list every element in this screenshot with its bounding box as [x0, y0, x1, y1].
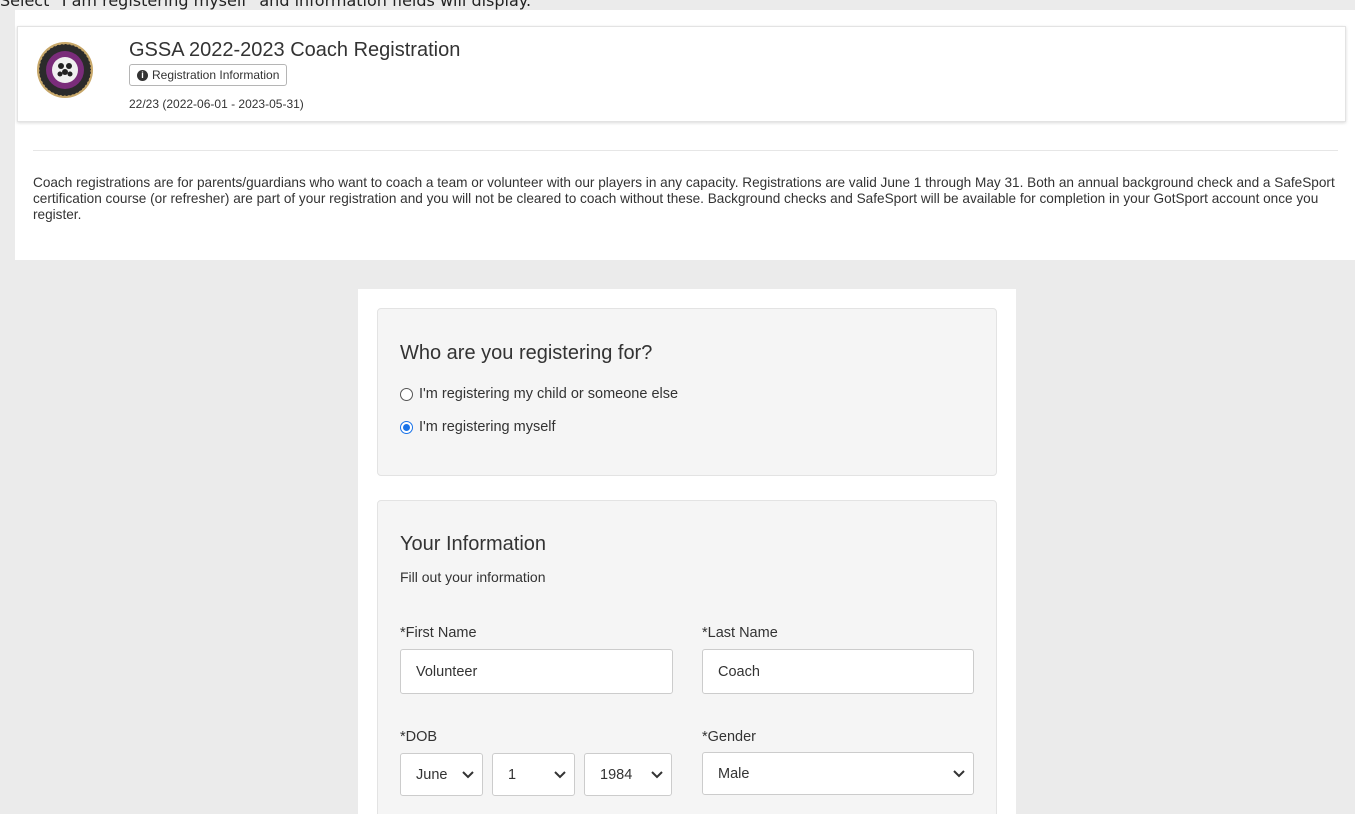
club-crest-icon	[37, 42, 93, 98]
header-divider	[33, 150, 1338, 151]
registration-information-label: Registration Information	[152, 68, 280, 82]
event-title: GSSA 2022-2023 Coach Registration	[129, 39, 461, 61]
chevron-down-icon	[651, 770, 663, 778]
dob-year-select[interactable]: 1984	[584, 753, 672, 796]
season-dates: 22/23 (2022-06-01 - 2023-05-31)	[129, 97, 304, 111]
your-information-title: Your Information	[400, 533, 547, 555]
dob-day-value: 1	[508, 766, 517, 783]
dob-month-value: June	[416, 766, 448, 783]
dob-day-select[interactable]: 1	[492, 753, 575, 796]
dob-month-select[interactable]: June	[400, 753, 483, 796]
gender-value: Male	[718, 765, 750, 782]
registration-information-button[interactable]: i Registration Information	[129, 64, 288, 86]
radio-myself-icon[interactable]	[400, 420, 413, 434]
your-information-panel: Your Information Fill out your informati…	[377, 500, 997, 814]
first-name-label: *First Name	[400, 625, 477, 641]
registration-form: Who are you registering for? I'm registe…	[358, 289, 1016, 814]
chevron-down-icon	[554, 770, 566, 778]
chevron-down-icon	[462, 770, 474, 778]
gender-label: *Gender	[702, 729, 757, 745]
your-information-subtitle: Fill out your information	[400, 569, 546, 585]
dob-label: *DOB	[400, 729, 438, 745]
chevron-down-icon	[953, 769, 965, 777]
last-name-label: *Last Name	[702, 625, 778, 641]
last-name-input[interactable]	[702, 649, 974, 694]
info-circle-icon: i	[137, 69, 148, 81]
gender-select[interactable]: Male	[702, 752, 974, 795]
radio-option-myself[interactable]: I'm registering myself	[400, 419, 556, 435]
registering-for-title: Who are you registering for?	[400, 342, 653, 364]
radio-myself-label: I'm registering myself	[419, 419, 556, 435]
radio-child-label: I'm registering my child or someone else	[419, 386, 679, 402]
registration-description: Coach registrations are for parents/guar…	[33, 175, 1335, 222]
first-name-input[interactable]	[400, 649, 673, 694]
dob-year-value: 1984	[600, 766, 633, 783]
event-header-card: GSSA 2022-2023 Coach Registration i Regi…	[17, 26, 1346, 122]
radio-child-icon[interactable]	[400, 387, 413, 401]
registering-for-panel: Who are you registering for? I'm registe…	[377, 308, 997, 476]
radio-option-child[interactable]: I'm registering my child or someone else	[400, 386, 678, 402]
